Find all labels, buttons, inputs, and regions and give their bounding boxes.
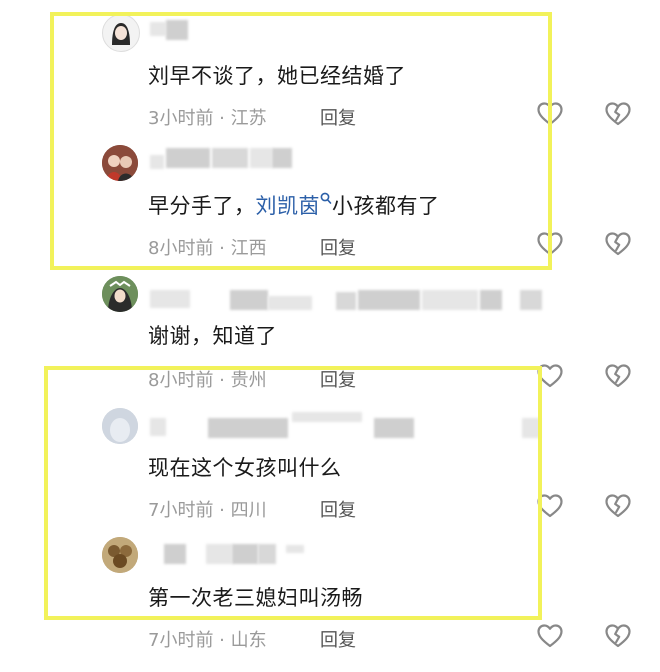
comment-location: 江苏: [230, 108, 267, 129]
username-blurred[interactable]: [522, 418, 540, 438]
like-heart-icon[interactable]: [536, 622, 564, 650]
username-blurred[interactable]: [272, 148, 292, 168]
comment-meta: 7小时前 · 四川: [148, 496, 267, 522]
username-blurred[interactable]: [422, 290, 478, 310]
comment-time: 3小时前: [148, 108, 214, 129]
comment-time: 8小时前: [148, 238, 214, 259]
reply-button[interactable]: 回复: [320, 234, 356, 260]
like-heart-icon[interactable]: [536, 362, 564, 390]
comment-text: 早分手了，刘凯茵 小孩都有了: [148, 190, 440, 220]
username-blurred[interactable]: [208, 418, 288, 438]
comment-meta: 8小时前 · 贵州: [148, 366, 267, 392]
comment-location: 四川: [230, 500, 267, 521]
comment-text-part: 早分手了，: [148, 194, 256, 218]
comment-location: 山东: [230, 630, 267, 651]
comment-time: 8小时前: [148, 370, 214, 391]
username-blurred[interactable]: [258, 544, 276, 564]
reply-button[interactable]: 回复: [320, 626, 356, 652]
username-blurred[interactable]: [250, 148, 272, 168]
meta-separator: ·: [213, 370, 231, 391]
username-blurred[interactable]: [166, 148, 210, 168]
mention-name: 刘凯茵: [255, 194, 320, 218]
comment-text: 刘早不谈了，她已经结婚了: [148, 64, 406, 88]
reply-button[interactable]: 回复: [320, 104, 356, 130]
comment-location: 贵州: [230, 370, 267, 391]
comment-location: 江西: [230, 238, 267, 259]
reply-button[interactable]: 回复: [320, 496, 356, 522]
broken-heart-icon[interactable]: [604, 230, 632, 258]
comment-text-part: 小孩都有了: [332, 194, 440, 218]
username-blurred[interactable]: [150, 418, 166, 436]
like-heart-icon[interactable]: [536, 100, 564, 128]
avatar[interactable]: [102, 408, 138, 444]
mention-link[interactable]: 刘凯茵: [255, 192, 333, 218]
search-icon: [320, 192, 332, 204]
avatar[interactable]: [102, 276, 138, 312]
comment-text: 第一次老三媳妇叫汤畅: [148, 586, 363, 610]
comment-time: 7小时前: [148, 630, 214, 651]
username-blurred[interactable]: [292, 412, 362, 422]
username-blurred[interactable]: [166, 20, 188, 40]
username-blurred[interactable]: [268, 296, 312, 310]
username-blurred[interactable]: [230, 290, 268, 310]
username-blurred[interactable]: [164, 544, 186, 564]
comment-text: 谢谢，知道了: [148, 324, 277, 348]
meta-separator: ·: [213, 238, 231, 259]
username-blurred[interactable]: [374, 418, 414, 438]
username-blurred[interactable]: [286, 545, 304, 553]
username-blurred[interactable]: [150, 290, 190, 308]
like-heart-icon[interactable]: [536, 492, 564, 520]
broken-heart-icon[interactable]: [604, 492, 632, 520]
username-blurred[interactable]: [336, 292, 356, 310]
avatar[interactable]: [102, 14, 140, 52]
broken-heart-icon[interactable]: [604, 362, 632, 390]
reply-button[interactable]: 回复: [320, 366, 356, 392]
broken-heart-icon[interactable]: [604, 622, 632, 650]
comment-time: 7小时前: [148, 500, 214, 521]
username-blurred[interactable]: [480, 290, 502, 310]
comment-meta: 3小时前 · 江苏: [148, 104, 267, 130]
meta-separator: ·: [213, 108, 231, 129]
username-blurred[interactable]: [150, 155, 164, 169]
username-blurred[interactable]: [150, 22, 166, 36]
username-blurred[interactable]: [232, 544, 258, 564]
comment-text: 现在这个女孩叫什么: [148, 456, 342, 480]
username-blurred[interactable]: [358, 290, 420, 310]
username-blurred[interactable]: [520, 290, 542, 310]
avatar[interactable]: [102, 537, 138, 573]
like-heart-icon[interactable]: [536, 230, 564, 258]
meta-separator: ·: [213, 500, 231, 521]
comment-meta: 8小时前 · 江西: [148, 234, 267, 260]
username-blurred[interactable]: [212, 148, 248, 168]
username-blurred[interactable]: [206, 544, 232, 564]
avatar[interactable]: [102, 145, 138, 181]
meta-separator: ·: [213, 630, 231, 651]
comment-meta: 7小时前 · 山东: [148, 626, 267, 652]
broken-heart-icon[interactable]: [604, 100, 632, 128]
